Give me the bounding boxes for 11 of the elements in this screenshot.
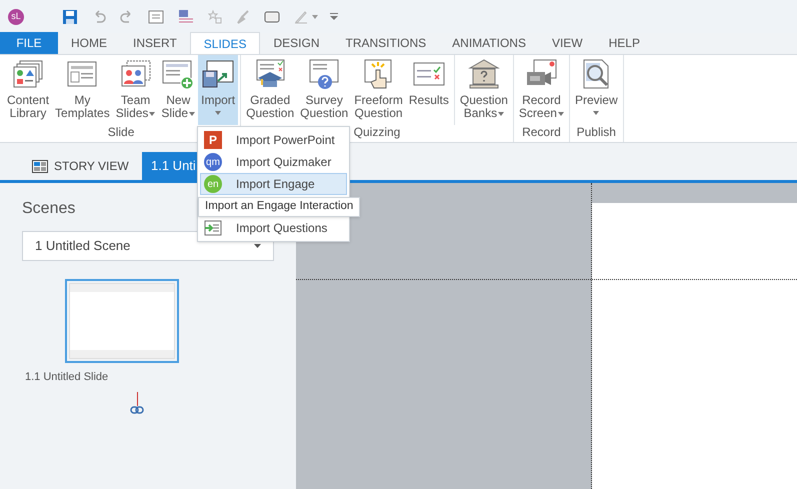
group-label: Record <box>522 125 561 141</box>
quizmaker-icon: qm <box>204 153 222 171</box>
engage-icon: en <box>204 175 222 193</box>
powerpoint-icon: P <box>204 131 222 149</box>
group-label: Publish <box>576 125 616 141</box>
app-logo: sL <box>8 8 24 24</box>
group-label: Quizzing <box>354 125 400 141</box>
scenes-heading: Scenes <box>22 199 76 219</box>
tooltip: Import an Engage Interaction <box>198 197 360 217</box>
group-label: Slide <box>108 125 134 141</box>
slide-title: 1.1 Untitled Slide <box>25 370 108 385</box>
